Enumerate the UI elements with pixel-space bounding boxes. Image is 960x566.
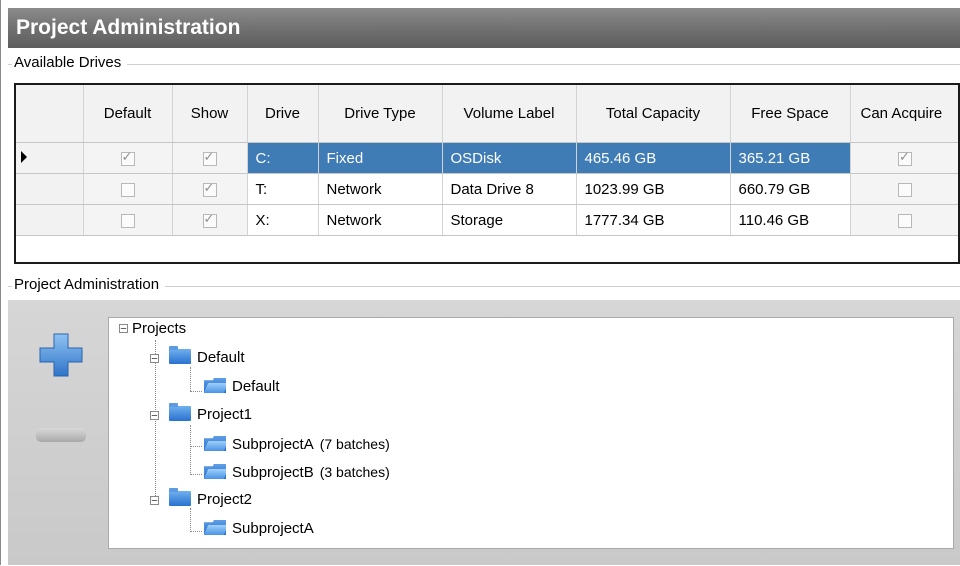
drive-cell[interactable]: X: [247, 204, 319, 236]
tree-node-default[interactable]: Default [169, 346, 245, 369]
row-header-corner [16, 85, 84, 143]
tree-line [190, 446, 202, 447]
tree-node-label: Default [197, 349, 245, 366]
folder-open-icon [204, 378, 226, 393]
tree-line [190, 508, 191, 532]
default-checkbox[interactable] [120, 213, 135, 228]
default-checkbox-cell[interactable] [83, 173, 173, 205]
window-title: Project Administration [8, 8, 960, 48]
tree-node-project1-subprojecta[interactable]: SubprojectA (7 batches) [204, 433, 390, 455]
folder-icon [169, 488, 191, 506]
tree-node-project2[interactable]: Project2 [169, 488, 253, 511]
drives-grid[interactable]: Default Show Drive Drive Type Volume Lab… [14, 83, 960, 264]
folder-open-icon [204, 464, 226, 479]
can-acquire-checkbox-cell[interactable] [850, 142, 958, 174]
col-header-can-acquire[interactable]: Can Acquire [850, 85, 958, 143]
drive-row[interactable]: T:NetworkData Drive 81023.99 GB660.79 GB [16, 173, 958, 205]
default-checkbox-cell[interactable] [83, 204, 173, 236]
collapse-toggle[interactable]: − [150, 496, 159, 507]
col-header-drive[interactable]: Drive [247, 85, 319, 143]
remove-project-button[interactable] [36, 428, 86, 442]
tree-node-label: Project1 [197, 406, 253, 423]
volume-label-cell[interactable]: OSDisk [442, 142, 577, 174]
total-capacity-cell[interactable]: 1777.34 GB [576, 204, 731, 236]
total-capacity-cell[interactable]: 465.46 GB [576, 142, 731, 174]
can-acquire-checkbox[interactable] [898, 149, 912, 166]
drive-type-cell[interactable]: Network [318, 204, 443, 236]
free-space-cell[interactable]: 110.46 GB [730, 204, 851, 236]
col-header-free-space[interactable]: Free Space [730, 85, 851, 143]
col-header-default[interactable]: Default [83, 85, 173, 143]
tree-root-projects[interactable]: Projects [132, 318, 186, 340]
tree-line [190, 425, 191, 475]
drive-cell[interactable]: C: [247, 142, 319, 174]
row-header[interactable] [16, 204, 84, 236]
can-acquire-checkbox-cell[interactable] [850, 204, 958, 236]
can-acquire-checkbox[interactable] [898, 213, 912, 228]
tree-node-label: Project2 [197, 491, 253, 508]
default-checkbox-cell[interactable] [83, 142, 173, 174]
tree-node-label: Default [232, 378, 280, 395]
folder-open-icon [204, 436, 226, 451]
folder-open-icon [204, 520, 226, 535]
col-header-show[interactable]: Show [172, 85, 248, 143]
current-row-arrow-icon [21, 151, 27, 163]
show-checkbox-cell[interactable] [172, 173, 248, 205]
collapse-toggle[interactable]: − [150, 411, 159, 422]
drive-row[interactable]: X:NetworkStorage1777.34 GB110.46 GB [16, 204, 958, 236]
tree-line [190, 531, 202, 532]
tree-node-default-sub[interactable]: Default [204, 376, 280, 398]
tree-node-label: SubprojectA [232, 520, 314, 537]
total-capacity-cell[interactable]: 1023.99 GB [576, 173, 731, 205]
plus-icon [39, 333, 83, 377]
project-admin-label: Project Administration [12, 276, 166, 293]
tree-node-label: SubprojectA [232, 436, 314, 453]
col-header-drive-type[interactable]: Drive Type [318, 85, 443, 143]
collapse-toggle[interactable]: − [119, 324, 128, 335]
col-header-total-capacity[interactable]: Total Capacity [576, 85, 731, 143]
folder-icon [169, 403, 191, 421]
can-acquire-checkbox-cell[interactable] [850, 173, 958, 205]
show-checkbox[interactable] [202, 180, 217, 197]
add-project-button[interactable] [36, 330, 86, 380]
col-header-volume-label[interactable]: Volume Label [442, 85, 577, 143]
batch-count: (7 batches) [319, 436, 390, 452]
free-space-cell[interactable]: 365.21 GB [730, 142, 851, 174]
free-space-cell[interactable]: 660.79 GB [730, 173, 851, 205]
volume-label-cell[interactable]: Data Drive 8 [442, 173, 577, 205]
folder-icon [169, 346, 191, 364]
row-header[interactable] [16, 142, 84, 174]
tree-line [190, 391, 202, 392]
drive-type-cell[interactable]: Network [318, 173, 443, 205]
show-checkbox-cell[interactable] [172, 204, 248, 236]
show-checkbox[interactable] [202, 211, 217, 228]
tree-line [190, 474, 202, 475]
tree-node-project1[interactable]: Project1 [169, 403, 253, 426]
tree-line [190, 367, 191, 391]
drive-type-cell[interactable]: Fixed [318, 142, 443, 174]
volume-label-cell[interactable]: Storage [442, 204, 577, 236]
can-acquire-checkbox[interactable] [898, 182, 912, 197]
show-checkbox[interactable] [202, 149, 217, 166]
tree-node-project2-subprojecta[interactable]: SubprojectA [204, 518, 314, 540]
drive-row[interactable]: C:FixedOSDisk465.46 GB365.21 GB [16, 142, 958, 174]
tree-node-project1-subprojectb[interactable]: SubprojectB (3 batches) [204, 461, 390, 483]
drive-cell[interactable]: T: [247, 173, 319, 205]
row-header[interactable] [16, 173, 84, 205]
default-checkbox[interactable] [120, 149, 135, 166]
show-checkbox-cell[interactable] [172, 142, 248, 174]
default-checkbox[interactable] [120, 182, 135, 197]
tree-node-label: SubprojectB [232, 464, 314, 481]
project-tree[interactable]: − Projects − Default Default − Project1 … [108, 317, 954, 549]
collapse-toggle[interactable]: − [150, 354, 159, 365]
batch-count: (3 batches) [319, 464, 390, 480]
available-drives-label: Available Drives [12, 54, 128, 71]
